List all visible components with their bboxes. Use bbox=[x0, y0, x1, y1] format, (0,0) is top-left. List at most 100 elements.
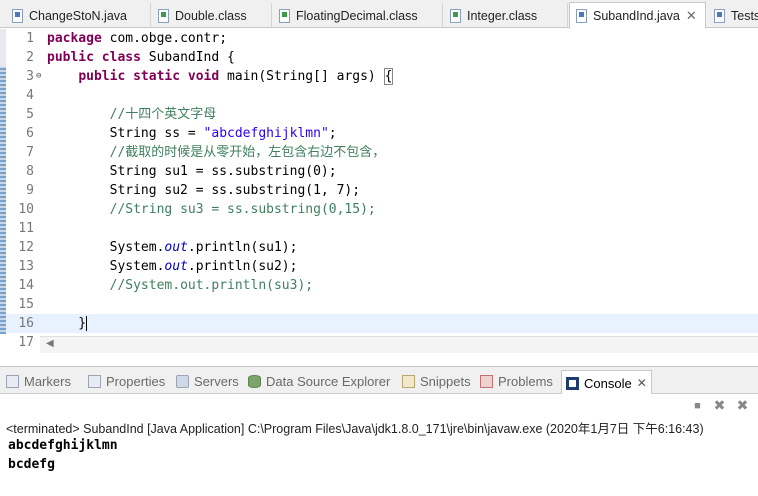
code-token: void bbox=[187, 69, 220, 84]
line-number: 9 bbox=[26, 183, 34, 198]
code-token: static bbox=[133, 69, 181, 84]
tab-data-source-explorer[interactable]: Data Source Explorer bbox=[248, 372, 390, 391]
tab-properties[interactable]: Properties bbox=[88, 372, 165, 391]
code-line: 16 } bbox=[6, 314, 758, 333]
tab-floatingdecimal-class[interactable]: FloatingDecimal.class bbox=[273, 3, 443, 28]
database-icon bbox=[248, 375, 261, 388]
tab-label: Console bbox=[584, 375, 632, 391]
line-number: 6 bbox=[26, 126, 34, 141]
console-status: <terminated> SubandInd [Java Application… bbox=[6, 422, 704, 436]
code-token: .println(su1); bbox=[187, 240, 298, 255]
code-token: System. bbox=[47, 259, 165, 274]
remove-launch-icon[interactable]: ✖ bbox=[711, 397, 728, 414]
code-text[interactable]: //截取的时候是从零开始，左包含右边不包含， bbox=[46, 143, 386, 162]
close-icon[interactable]: ✕ bbox=[637, 376, 647, 390]
code-text[interactable]: System.out.println(su1); bbox=[46, 238, 298, 257]
tab-subandind-java[interactable]: SubandInd.java ✕ bbox=[569, 2, 706, 29]
tab-label: FloatingDecimal.class bbox=[296, 8, 418, 23]
line-number: 10 bbox=[18, 202, 34, 217]
tab-servers[interactable]: Servers bbox=[176, 372, 239, 391]
fold-collapse-icon[interactable]: ⊖ bbox=[36, 67, 46, 86]
tab-snippets[interactable]: Snippets bbox=[402, 372, 471, 391]
code-text[interactable]: //十四个英文字母 bbox=[46, 105, 217, 124]
line-number: 1 bbox=[26, 31, 34, 46]
tab-double-class[interactable]: Double.class bbox=[152, 3, 272, 28]
tab-label: Properties bbox=[106, 374, 166, 389]
markers-icon bbox=[6, 375, 19, 388]
fold-gutter bbox=[36, 276, 46, 295]
fold-gutter bbox=[36, 143, 46, 162]
tab-integer-class[interactable]: Integer.class bbox=[444, 3, 568, 28]
bottom-panel-tabs: Markers Properties Servers Data Source E… bbox=[0, 366, 758, 395]
tab-label: Servers bbox=[194, 374, 239, 389]
code-text[interactable]: package com.obge.contr; bbox=[46, 29, 227, 48]
code-token: package bbox=[47, 31, 102, 46]
class-file-icon bbox=[450, 8, 461, 23]
code-text[interactable] bbox=[46, 86, 47, 105]
line-number: 4 bbox=[26, 88, 34, 103]
tab-tests[interactable]: Tests bbox=[708, 3, 758, 28]
line-number: 8 bbox=[26, 164, 34, 179]
code-line: 15 bbox=[6, 295, 758, 314]
java-file-icon bbox=[576, 8, 587, 23]
code-token: //System.out.println(su3); bbox=[109, 278, 314, 293]
line-number: 14 bbox=[18, 278, 34, 293]
properties-icon bbox=[88, 375, 101, 388]
code-editor[interactable]: 1 package com.obge.contr; 2 public class Su… bbox=[0, 29, 758, 365]
code-text[interactable] bbox=[46, 295, 47, 314]
tab-changestonjava[interactable]: ChangeStoN.java bbox=[6, 3, 151, 28]
scroll-left-icon[interactable]: ◀ bbox=[46, 338, 54, 349]
fold-gutter bbox=[36, 219, 46, 238]
code-line: 11 bbox=[6, 219, 758, 238]
fold-gutter bbox=[36, 48, 46, 67]
fold-gutter bbox=[36, 238, 46, 257]
code-token: public bbox=[47, 50, 94, 65]
line-number: 2 bbox=[26, 50, 34, 65]
code-text[interactable]: public static void main(String[] args) { bbox=[46, 67, 394, 86]
code-line: 10 //String su3 = ss.substring(0,15); bbox=[6, 200, 758, 219]
code-text[interactable]: System.out.println(su2); bbox=[46, 257, 298, 276]
fold-gutter bbox=[36, 200, 46, 219]
code-text[interactable]: String su2 = ss.substring(1, 7); bbox=[46, 181, 360, 200]
code-text[interactable] bbox=[46, 219, 47, 238]
horizontal-scrollbar[interactable]: ◀ bbox=[40, 336, 758, 353]
java-file-icon bbox=[714, 8, 725, 23]
code-text[interactable]: String ss = "abcdefghijklmn"; bbox=[46, 124, 337, 143]
editor-tab-bar: ChangeStoN.java Double.class FloatingDec… bbox=[0, 0, 758, 29]
code-line: 2 public class SubandInd { bbox=[6, 48, 758, 67]
code-token: String su2 = ss.substring(1, 7); bbox=[47, 183, 361, 198]
java-file-icon bbox=[12, 8, 23, 23]
code-text[interactable]: //System.out.println(su3); bbox=[46, 276, 314, 295]
close-icon[interactable]: ✕ bbox=[686, 8, 697, 24]
code-text[interactable]: //String su3 = ss.substring(0,15); bbox=[46, 200, 376, 219]
code-token: class bbox=[101, 50, 141, 65]
remove-all-terminated-icon[interactable]: ✖ bbox=[734, 397, 751, 414]
code-lines: 1 package com.obge.contr; 2 public class Su… bbox=[6, 29, 758, 352]
class-file-icon bbox=[279, 8, 290, 23]
terminate-icon[interactable]: ■ bbox=[689, 397, 706, 414]
tab-problems[interactable]: Problems bbox=[480, 372, 553, 391]
fold-gutter bbox=[36, 86, 46, 105]
code-text[interactable]: String su1 = ss.substring(0); bbox=[46, 162, 337, 181]
line-number: 11 bbox=[18, 221, 34, 236]
code-token: com.obge.contr; bbox=[101, 31, 228, 46]
line-number: 3 bbox=[26, 69, 34, 84]
console-icon bbox=[566, 376, 579, 390]
output-line: abcdefghijklmn bbox=[8, 438, 118, 453]
fold-gutter bbox=[36, 181, 46, 200]
console-output[interactable]: abcdefghijklmn bcdefg bbox=[8, 436, 118, 474]
tab-markers[interactable]: Markers bbox=[6, 372, 71, 391]
fold-gutter bbox=[36, 162, 46, 181]
code-line: 4 bbox=[6, 86, 758, 105]
code-text[interactable]: public class SubandInd { bbox=[46, 48, 235, 67]
code-line: 13 System.out.println(su2); bbox=[6, 257, 758, 276]
tab-console[interactable]: Console ✕ bbox=[561, 370, 652, 395]
code-text[interactable]: } bbox=[46, 314, 88, 333]
tab-label: Snippets bbox=[420, 374, 471, 389]
text-caret bbox=[86, 316, 88, 331]
